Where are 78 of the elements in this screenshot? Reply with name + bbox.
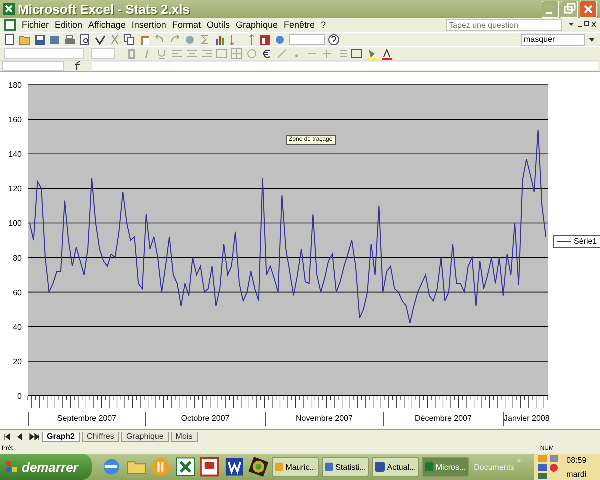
new-file-icon[interactable]	[4, 34, 16, 46]
axis-label: 120	[8, 184, 22, 194]
close-icon[interactable]	[580, 0, 597, 18]
dropdown-arrow-icon[interactable]	[588, 36, 596, 44]
sheet-tab[interactable]: Mois	[170, 432, 198, 442]
underline-icon[interactable]	[156, 48, 168, 60]
spelling-icon[interactable]	[94, 34, 106, 46]
plot-area[interactable]	[28, 85, 548, 396]
month-label: Octobre 2007	[145, 412, 265, 426]
axis-label: 180	[8, 81, 22, 90]
zoom-field[interactable]	[289, 34, 325, 45]
clock-time: 08:59	[566, 456, 587, 464]
question-field[interactable]: Tapez une question	[446, 19, 562, 31]
save-icon[interactable]	[34, 34, 46, 46]
taskbar-button[interactable]: Statisti...	[322, 457, 370, 477]
copy-icon[interactable]	[124, 34, 136, 46]
tab-scroll-arrows-icon[interactable]	[4, 433, 40, 441]
window-controls-icon[interactable]	[568, 20, 596, 30]
menu-item[interactable]: Edition	[55, 20, 83, 30]
sum-icon[interactable]	[199, 34, 211, 46]
formula-field[interactable]	[92, 62, 598, 70]
euro-icon[interactable]	[261, 48, 273, 60]
menu-item[interactable]: Outils	[206, 20, 230, 30]
axis-label: 60	[13, 288, 22, 298]
axis-label: 40	[13, 322, 22, 332]
presentation-icon[interactable]	[199, 456, 221, 478]
four-squares-icon	[6, 461, 18, 473]
taskbar-button[interactable]: Actual...	[372, 457, 420, 477]
menu-item[interactable]: Format	[172, 20, 201, 30]
sheet-tab[interactable]: Graphique	[121, 432, 169, 442]
font-size-field[interactable]	[91, 48, 115, 59]
menu-item[interactable]: Fenêtre	[284, 20, 316, 30]
borders-icon[interactable]	[351, 48, 363, 60]
app-icon	[275, 462, 284, 472]
month-label: Novembre 2007	[265, 412, 383, 426]
print-icon[interactable]	[64, 34, 76, 46]
combo-field[interactable]: masquer	[521, 34, 585, 46]
chart-legend[interactable]: Série1	[553, 235, 600, 248]
help-icon[interactable]	[328, 34, 340, 46]
chart-wizard-icon[interactable]	[214, 34, 226, 46]
fill-color-icon[interactable]	[366, 48, 378, 60]
axis-label: 100	[8, 219, 22, 228]
month-label: Janvier 2008	[503, 412, 548, 426]
word-icon[interactable]	[224, 456, 245, 478]
menu-item[interactable]: Graphique	[236, 20, 278, 30]
function-icon[interactable]	[74, 61, 82, 71]
menu-item[interactable]: ?	[321, 20, 326, 30]
sheet-tab[interactable]: Chiffres	[82, 432, 120, 442]
borders-grid-icon[interactable]	[231, 48, 243, 60]
taskbar-button[interactable]: Micros...	[422, 457, 470, 477]
axis-label: 160	[8, 116, 22, 125]
taskbar-button[interactable]: Mauric...	[272, 457, 320, 477]
excel-icon[interactable]	[174, 456, 196, 478]
window-title: Microsoft Excel - Stats 2.xls	[18, 2, 190, 16]
align-center-icon[interactable]	[186, 48, 198, 60]
axis-label: 20	[13, 357, 22, 366]
align-left-icon[interactable]	[171, 48, 183, 60]
month-label: Septembre 2007	[28, 412, 145, 426]
axis-label: 80	[13, 254, 22, 263]
app-icon	[325, 462, 334, 472]
menu-item[interactable]: Fichier	[22, 20, 50, 30]
minimize-icon[interactable]	[542, 0, 559, 18]
month-label: Décembre 2007	[383, 412, 503, 426]
menu-item[interactable]: Affichage	[88, 20, 126, 30]
axis-label: 140	[8, 150, 22, 160]
menu-item[interactable]: Insertion	[132, 20, 166, 30]
app-icon	[375, 462, 386, 472]
sheet-tab[interactable]: Graph2	[42, 432, 80, 442]
font-name-field[interactable]	[4, 48, 84, 59]
font-color-icon[interactable]	[381, 48, 393, 60]
axis-label: 0	[18, 392, 22, 401]
pause-icon[interactable]	[150, 456, 172, 478]
excel-icon	[3, 3, 15, 15]
name-box[interactable]	[2, 61, 64, 71]
print-preview-icon[interactable]	[79, 34, 91, 46]
app-icon	[425, 462, 434, 472]
start-button[interactable]: demarrer	[0, 454, 92, 480]
clock-day: mardi	[566, 470, 587, 478]
